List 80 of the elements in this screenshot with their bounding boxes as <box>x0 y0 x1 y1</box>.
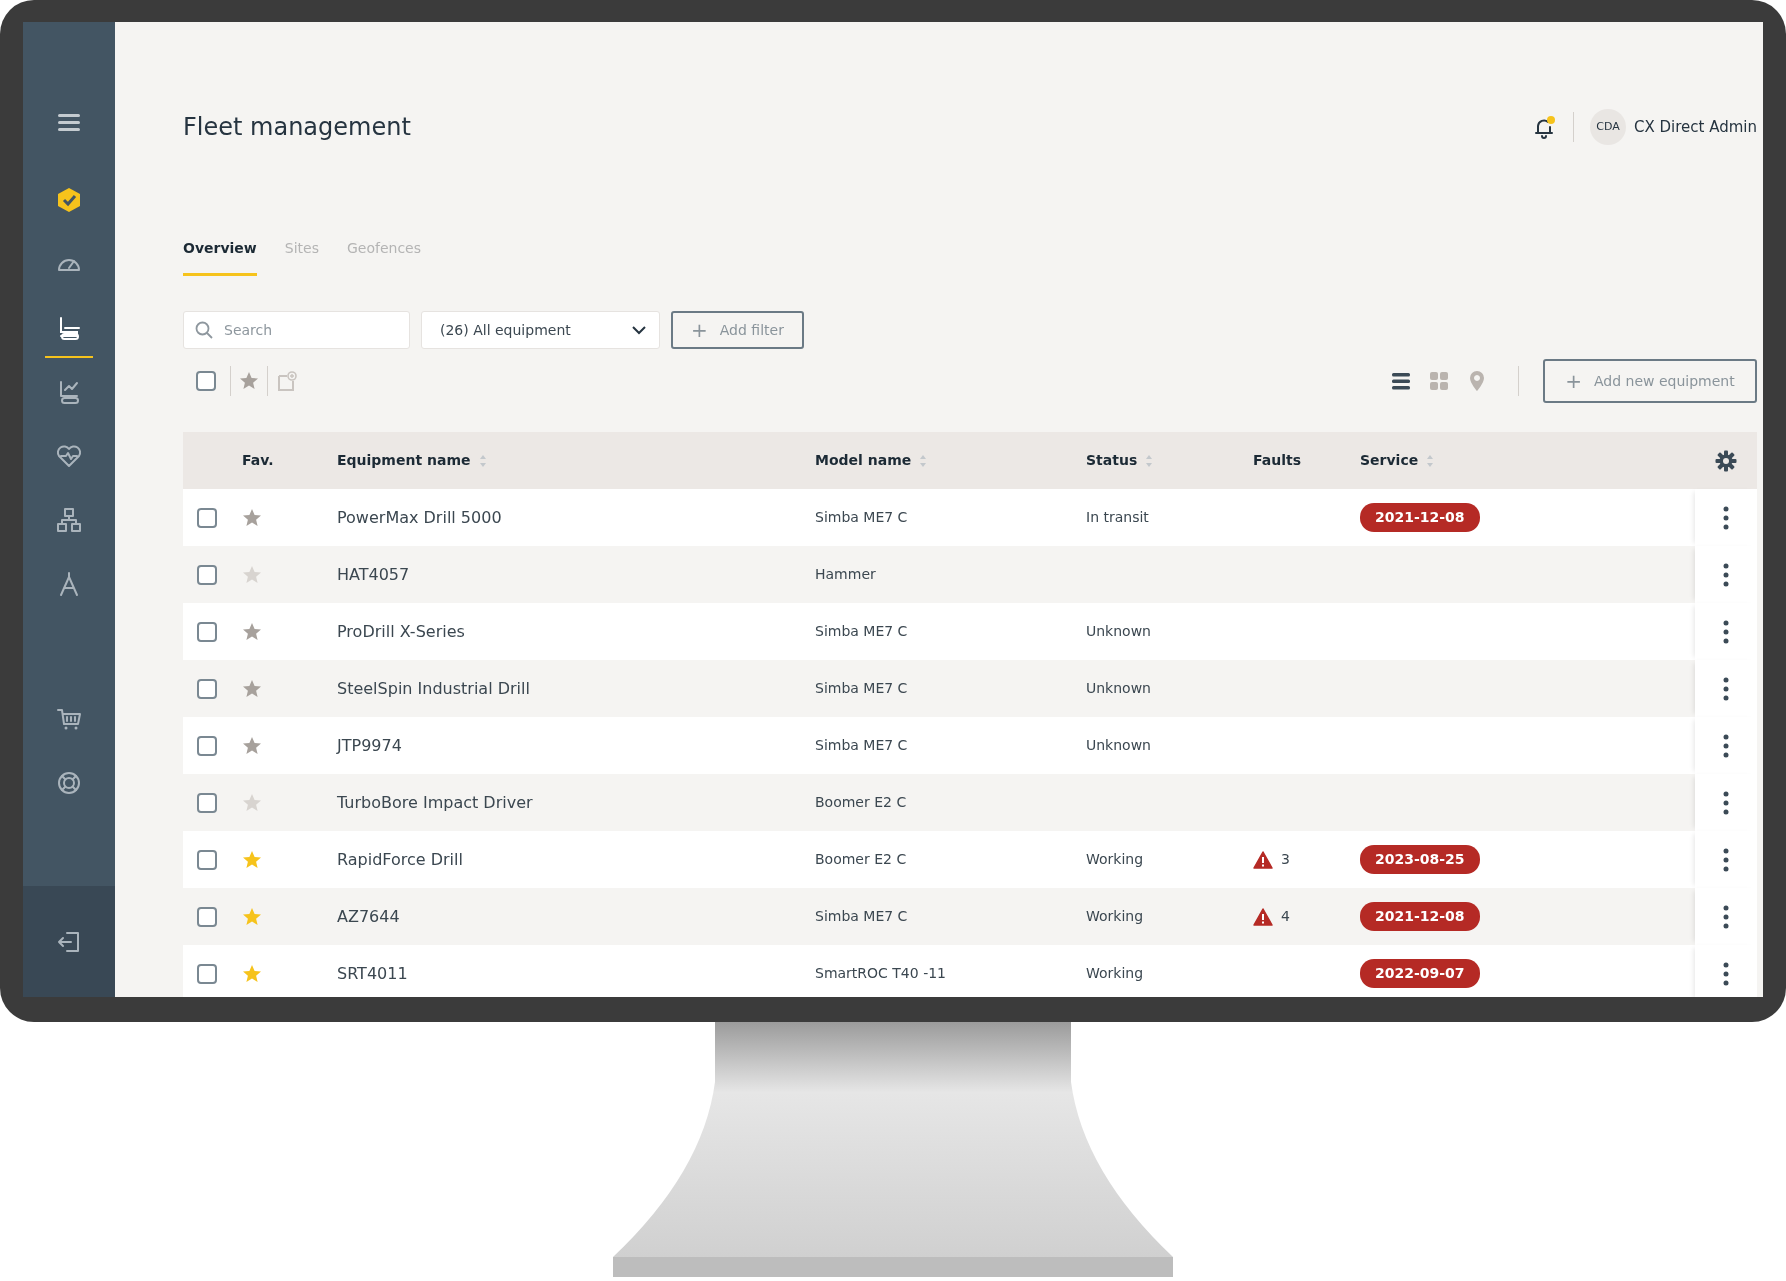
favorite-star-icon[interactable] <box>242 622 262 642</box>
equipment-name[interactable]: TurboBore Impact Driver <box>337 792 533 812</box>
more-icon[interactable] <box>1723 619 1729 644</box>
model-name: Hammer <box>815 566 876 582</box>
more-icon[interactable] <box>1723 790 1729 815</box>
model-name: Boomer E2 C <box>815 851 907 867</box>
tab[interactable]: Overview <box>183 228 257 276</box>
favorite-star-icon[interactable] <box>242 679 262 699</box>
warning-icon <box>1253 850 1273 869</box>
equipment-name[interactable]: SRT4011 <box>337 963 408 983</box>
column-header: Faults <box>1253 451 1301 470</box>
logo-icon <box>55 186 83 214</box>
page-title: Fleet management <box>183 112 411 143</box>
column-header[interactable]: Model name <box>815 450 928 471</box>
user-name[interactable]: CX Direct Admin <box>1634 115 1757 139</box>
row-checkbox[interactable] <box>197 621 217 642</box>
equipment-dropdown[interactable]: (26) All equipment <box>421 311 660 349</box>
column-header[interactable]: Equipment name <box>337 450 487 471</box>
model-name: Simba ME7 C <box>815 680 908 696</box>
status-text: Working <box>1086 851 1144 867</box>
favorite-star-icon[interactable] <box>242 907 262 927</box>
service-date: 2022-09-07 <box>1360 959 1480 988</box>
user-avatar: CDA <box>1590 109 1626 145</box>
star-icon[interactable] <box>239 371 259 391</box>
row-checkbox[interactable] <box>197 507 217 528</box>
row-checkbox[interactable] <box>197 792 217 813</box>
model-name: Simba ME7 C <box>815 623 908 639</box>
model-name: Simba ME7 C <box>815 908 908 924</box>
fault-count: 3 <box>1281 850 1290 869</box>
favorite-star-icon[interactable] <box>242 508 262 528</box>
status-text: Unknown <box>1086 737 1151 753</box>
settings-icon[interactable] <box>1715 449 1737 472</box>
column-header[interactable]: Service <box>1360 450 1435 471</box>
equipment-name[interactable]: RapidForce Drill <box>337 849 463 869</box>
warning-icon <box>1253 907 1273 926</box>
more-icon[interactable] <box>1723 733 1729 758</box>
search-icon <box>195 321 213 339</box>
service-date: 2021-12-08 <box>1360 902 1480 931</box>
model-name: SmartROC T40 -11 <box>815 965 946 981</box>
more-icon[interactable] <box>1723 904 1729 929</box>
row-checkbox[interactable] <box>197 906 217 927</box>
favorite-star-icon[interactable] <box>242 850 262 870</box>
row-checkbox[interactable] <box>197 678 217 699</box>
model-name: Boomer E2 C <box>815 794 907 810</box>
fault-count: 4 <box>1281 907 1290 926</box>
model-name: Simba ME7 C <box>815 509 908 525</box>
heart-icon <box>55 442 83 470</box>
equipment-name[interactable]: HAT4057 <box>337 564 410 584</box>
favorite-star-icon[interactable] <box>242 964 262 984</box>
equipment-name[interactable]: AZ7644 <box>337 906 400 926</box>
service-date: 2023-08-25 <box>1360 845 1480 874</box>
select-all-checkbox[interactable] <box>196 371 216 391</box>
equipment-name[interactable]: JTP9974 <box>337 735 402 755</box>
status-text: Working <box>1086 965 1144 981</box>
search-field[interactable]: Search <box>183 311 410 349</box>
more-icon[interactable] <box>1723 505 1729 530</box>
more-icon[interactable] <box>1723 847 1729 872</box>
row-checkbox[interactable] <box>197 564 217 585</box>
model-name: Simba ME7 C <box>815 737 908 753</box>
network-icon <box>55 506 83 534</box>
status-text: Unknown <box>1086 680 1151 696</box>
status-text: In transit <box>1086 509 1149 525</box>
row-checkbox[interactable] <box>197 963 217 984</box>
equipment-name[interactable]: PowerMax Drill 5000 <box>337 507 502 527</box>
lifebuoy-icon <box>55 769 83 797</box>
service-date: 2021-12-08 <box>1360 503 1480 532</box>
grid-view-icon[interactable] <box>1428 370 1450 392</box>
equipment-name[interactable]: SteelSpin Industrial Drill <box>337 678 530 698</box>
column-header: Fav. <box>242 451 274 470</box>
more-icon[interactable] <box>1723 676 1729 701</box>
more-icon[interactable] <box>1723 961 1729 986</box>
more-icon[interactable] <box>1723 562 1729 587</box>
status-text: Working <box>1086 908 1144 924</box>
equipment-name[interactable]: ProDrill X-Series <box>337 621 465 641</box>
favorite-star-icon[interactable] <box>242 736 262 756</box>
row-checkbox[interactable] <box>197 735 217 756</box>
list-view-icon[interactable] <box>1390 370 1412 392</box>
column-header[interactable]: Status <box>1086 450 1154 471</box>
status-text: Unknown <box>1086 623 1151 639</box>
row-checkbox[interactable] <box>197 849 217 870</box>
